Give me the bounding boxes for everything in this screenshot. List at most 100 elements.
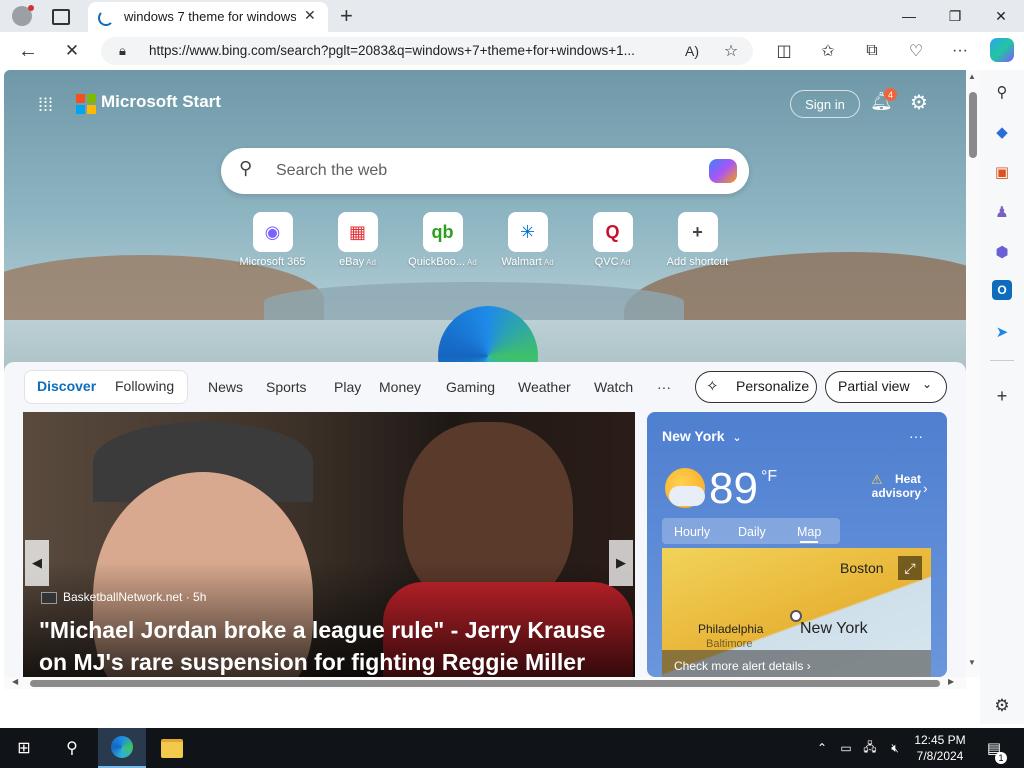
- previous-arrow-button[interactable]: ◀: [25, 540, 49, 586]
- windows-taskbar: ⊞ ⚲ ⌃ ▭ 🖧︎ 🔇︎ 12:45 PM 7/8/2024 ▤ 1: [0, 728, 1024, 768]
- nav-item[interactable]: Weather: [518, 379, 571, 395]
- nav-item[interactable]: Watch: [594, 379, 633, 395]
- ad-label: Ad: [620, 258, 631, 267]
- tools-icon[interactable]: ▣: [990, 160, 1014, 184]
- vertical-scrollbar[interactable]: ▲ ▼: [966, 70, 980, 677]
- sparkle-icon: ✧: [706, 378, 719, 395]
- partial-view-dropdown[interactable]: Partial view ⌄: [825, 371, 947, 403]
- personalize-button[interactable]: ✧ Personalize: [695, 371, 817, 403]
- stop-loading-icon[interactable]: ✕: [60, 40, 84, 62]
- microsoft-365-icon[interactable]: ⬢: [990, 240, 1014, 264]
- settings-gear-icon[interactable]: ⚙: [910, 90, 928, 115]
- scroll-right-arrow[interactable]: ▶: [948, 677, 954, 686]
- favorite-star-icon[interactable]: ☆: [719, 40, 743, 62]
- shopping-tag-icon[interactable]: ◆: [990, 120, 1014, 144]
- copilot-icon[interactable]: [990, 38, 1014, 62]
- shortcut-item[interactable]: + Add shortcut: [655, 212, 740, 268]
- start-button-icon[interactable]: ⊞: [0, 728, 48, 768]
- lock-icon[interactable]: 🔒︎: [119, 43, 126, 59]
- ebay-icon: ▦: [337, 212, 378, 252]
- loading-spinner-icon: [98, 10, 114, 26]
- weather-more-icon[interactable]: ···: [909, 428, 923, 444]
- minimize-button[interactable]: —: [886, 0, 932, 32]
- weather-alert[interactable]: Heat advisory: [867, 472, 921, 500]
- tab-hourly[interactable]: Hourly: [674, 525, 710, 539]
- games-icon[interactable]: ♟: [990, 200, 1014, 224]
- weather-city[interactable]: New York ⌄: [662, 428, 742, 444]
- active-tab[interactable]: windows 7 theme for windows 10 ✕: [88, 2, 328, 32]
- browser-essentials-icon[interactable]: ♡: [904, 40, 928, 62]
- chevron-right-icon[interactable]: ›: [923, 480, 928, 496]
- search-icon[interactable]: ⚲: [990, 80, 1014, 104]
- tab-following[interactable]: Following: [115, 378, 174, 394]
- next-arrow-button[interactable]: ▶: [609, 540, 633, 586]
- map-label-boston: Boston: [840, 560, 884, 576]
- weather-card[interactable]: New York ⌄ ··· 89 °F ⚠ Heat advisory › H…: [647, 412, 947, 677]
- more-menu-icon[interactable]: ···: [948, 40, 972, 62]
- close-window-button[interactable]: ✕: [978, 0, 1024, 32]
- address-bar[interactable]: 🔒︎ https://www.bing.com/search?pglt=2083…: [101, 37, 753, 65]
- read-aloud-icon[interactable]: A): [680, 40, 704, 62]
- alert-details-link[interactable]: Check more alert details ›: [662, 650, 931, 677]
- shortcut-item[interactable]: ✳ Walmart Ad: [485, 212, 570, 268]
- shortcut-item[interactable]: ▦ eBay Ad: [315, 212, 400, 268]
- outlook-icon[interactable]: O: [992, 280, 1012, 300]
- active-tab-indicator: [800, 541, 818, 543]
- more-categories-button[interactable]: ···: [657, 379, 671, 395]
- edge-icon: [111, 736, 133, 758]
- feed-toggle: Discover Following: [24, 370, 188, 404]
- horizontal-scrollbar[interactable]: ◀ ▶: [4, 677, 966, 689]
- shortcut-item[interactable]: Q QVC Ad: [570, 212, 655, 268]
- search-box[interactable]: ⚲ Search the web: [221, 148, 749, 194]
- clock[interactable]: 12:45 PM 7/8/2024: [912, 732, 968, 764]
- sidebar-settings-icon[interactable]: ⚙: [990, 694, 1014, 718]
- scroll-down-arrow[interactable]: ▼: [968, 658, 976, 667]
- split-screen-icon[interactable]: ◫: [772, 40, 796, 62]
- sign-in-button[interactable]: Sign in: [790, 90, 860, 118]
- sidebar-divider: [990, 360, 1014, 361]
- brand-title[interactable]: Microsoft Start: [101, 92, 221, 112]
- show-hidden-icons-chevron-icon[interactable]: ⌃: [812, 728, 832, 768]
- news-headline[interactable]: "Michael Jordan broke a league rule" - J…: [39, 614, 629, 677]
- close-tab-icon[interactable]: ✕: [304, 7, 316, 24]
- shortcut-label: Add shortcut: [655, 256, 740, 268]
- back-arrow-icon[interactable]: ←: [16, 40, 40, 62]
- search-icon[interactable]: ⚲: [48, 728, 96, 768]
- favorites-icon[interactable]: ✩: [816, 40, 840, 62]
- search-input[interactable]: Search the web: [276, 162, 387, 180]
- nav-item[interactable]: Money: [379, 379, 421, 395]
- volume-muted-icon[interactable]: 🔇︎: [884, 728, 906, 768]
- new-tab-button[interactable]: +: [340, 3, 353, 29]
- nav-item[interactable]: Sports: [266, 379, 306, 395]
- scroll-left-arrow[interactable]: ◀: [12, 677, 18, 686]
- tab-daily[interactable]: Daily: [738, 525, 766, 539]
- send-icon[interactable]: ➤: [990, 320, 1014, 344]
- copilot-search-icon[interactable]: [709, 159, 737, 183]
- edge-taskbar-icon[interactable]: [98, 728, 146, 768]
- collections-icon[interactable]: ⧉: [860, 40, 884, 62]
- nav-item[interactable]: Gaming: [446, 379, 495, 395]
- scroll-up-arrow[interactable]: ▲: [968, 72, 976, 81]
- restore-button[interactable]: ❐: [932, 0, 978, 32]
- ad-label: Ad: [467, 258, 477, 267]
- hero-news-card[interactable]: BasketballNetwork.net · 5h "Michael Jord…: [23, 412, 635, 677]
- expand-map-icon[interactable]: ⤢: [898, 556, 922, 580]
- shortcut-label-text: Add shortcut: [666, 256, 729, 268]
- action-center-badge: 1: [995, 752, 1007, 764]
- shortcut-item[interactable]: ◉ Microsoft 365: [230, 212, 315, 268]
- add-sidebar-icon[interactable]: +: [990, 384, 1014, 408]
- tab-discover[interactable]: Discover: [37, 378, 96, 394]
- nav-item[interactable]: News: [208, 379, 243, 395]
- tab-map[interactable]: Map: [797, 525, 821, 539]
- url-text[interactable]: https://www.bing.com/search?pglt=2083&q=…: [149, 43, 635, 58]
- file-explorer-icon[interactable]: [148, 728, 196, 768]
- tab-actions-icon[interactable]: [52, 9, 70, 25]
- scrollbar-thumb[interactable]: [969, 92, 977, 158]
- nav-item[interactable]: Play: [334, 379, 361, 395]
- app-launcher-icon[interactable]: ⁞⁞⁞: [38, 95, 53, 116]
- scrollbar-thumb[interactable]: [30, 680, 940, 687]
- device-icon[interactable]: ▭: [836, 728, 856, 768]
- clock-date: 7/8/2024: [916, 749, 964, 763]
- network-icon[interactable]: 🖧︎: [860, 728, 880, 768]
- shortcut-item[interactable]: qb QuickBoo... Ad: [400, 212, 485, 268]
